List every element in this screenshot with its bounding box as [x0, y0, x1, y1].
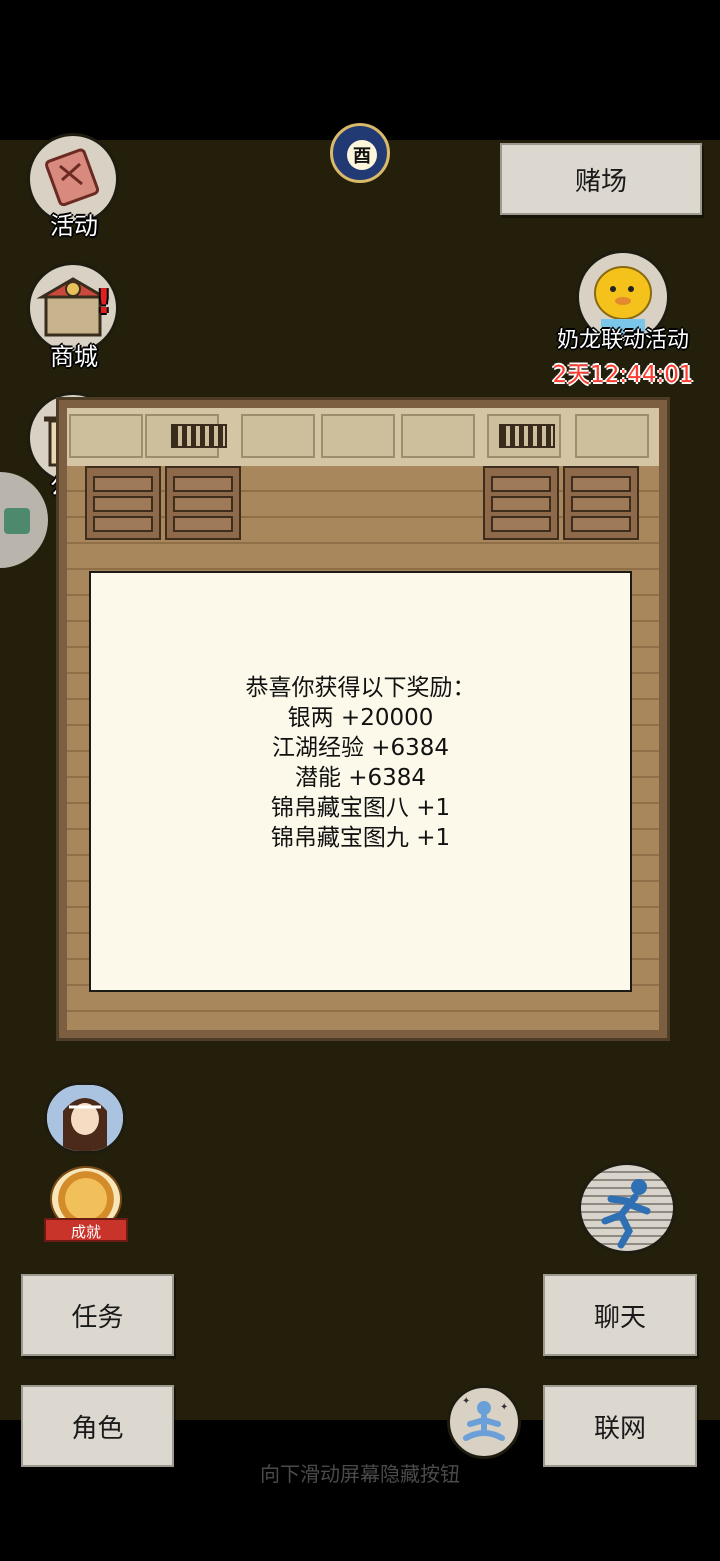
achievement-button[interactable]: 成就: [44, 1166, 128, 1246]
network-label: 联网: [593, 1413, 646, 1444]
task-button[interactable]: 任务: [21, 1274, 174, 1356]
hide-buttons-hint: 向下滑动屏幕隐藏按钮: [260, 1462, 460, 1486]
vent-right: [499, 424, 555, 448]
avatar-portrait-icon: [47, 1085, 123, 1151]
chat-button[interactable]: 聊天: [543, 1274, 697, 1356]
achievement-label: 成就: [70, 1223, 101, 1241]
activity-label: 活动: [50, 212, 98, 240]
reward-text: 恭喜你获得以下奖励： 银两 +20000 江湖经验 +6384 潜能 +6384…: [91, 673, 630, 853]
time-of-day-icon[interactable]: 酉: [330, 123, 390, 183]
achievement-ribbon: 成就: [44, 1218, 128, 1242]
side-tab-icon: [4, 508, 30, 534]
svg-text:✦: ✦: [500, 1402, 508, 1413]
shop-alert-icon: !: [96, 282, 112, 322]
reward-item: 锦帛藏宝图八 +1: [270, 795, 451, 821]
casino-button[interactable]: 赌场: [500, 143, 702, 215]
shop-label: 商城: [50, 343, 98, 371]
dresser: [563, 466, 639, 540]
run-button[interactable]: [578, 1162, 676, 1254]
dresser: [483, 466, 559, 540]
event-countdown: 2天12:44:01: [552, 362, 694, 388]
dresser: [165, 466, 241, 540]
moon-icon: 酉: [347, 140, 377, 170]
reward-heading: 恭喜你获得以下奖励：: [245, 675, 476, 701]
reward-item: 银两 +20000: [287, 705, 434, 731]
casino-label: 赌场: [574, 166, 627, 197]
vent-left: [171, 424, 227, 448]
reward-item: 江湖经验 +6384: [271, 735, 450, 761]
chat-label: 聊天: [593, 1302, 646, 1333]
svg-text:✦: ✦: [462, 1396, 470, 1407]
reward-dialog[interactable]: 恭喜你获得以下奖励： 银两 +20000 江湖经验 +6384 潜能 +6384…: [89, 571, 632, 992]
task-label: 任务: [71, 1302, 124, 1333]
event-title: 奶龙联动活动: [556, 328, 689, 353]
reward-item: 锦帛藏宝图九 +1: [270, 825, 451, 851]
dresser: [85, 466, 161, 540]
network-button[interactable]: 联网: [543, 1385, 697, 1467]
meditation-icon: ✦ ✦: [462, 1396, 508, 1441]
role-label: 角色: [71, 1413, 124, 1444]
character-avatar[interactable]: [44, 1082, 126, 1154]
time-of-day-char: 酉: [353, 146, 371, 167]
room-wall: [67, 408, 659, 469]
meditate-button[interactable]: ✦ ✦: [447, 1385, 521, 1459]
running-man-icon: [601, 1179, 651, 1249]
reward-item: 潜能 +6384: [294, 765, 427, 791]
role-button[interactable]: 角色: [21, 1385, 174, 1467]
